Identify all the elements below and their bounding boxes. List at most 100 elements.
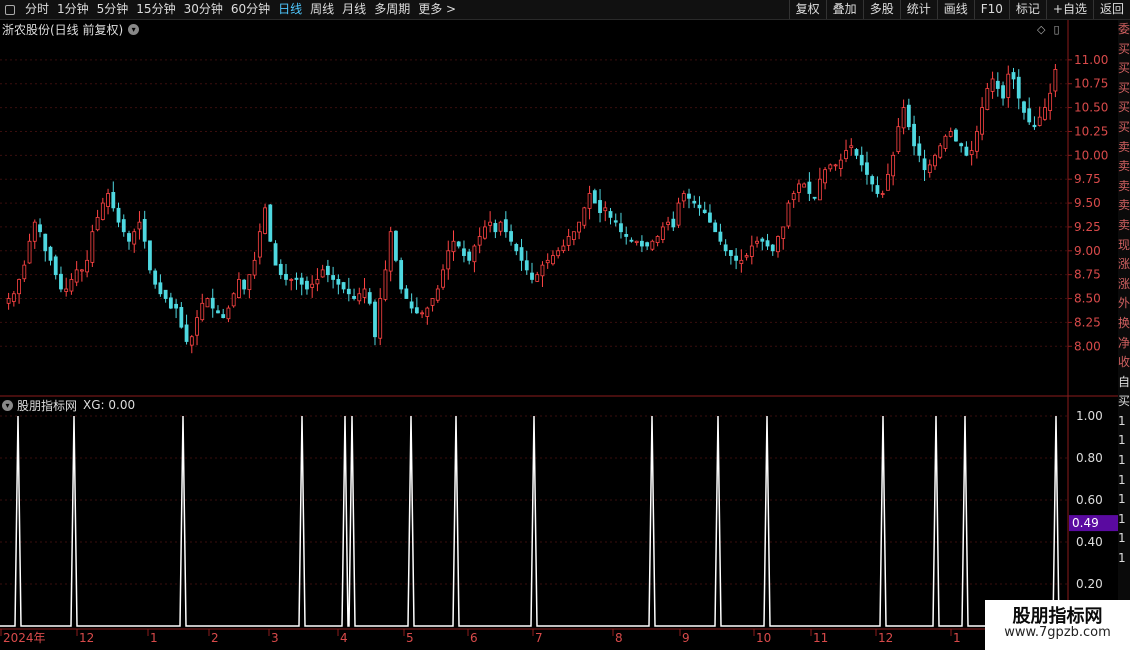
candle-up bbox=[205, 298, 210, 308]
candle-up bbox=[556, 250, 561, 257]
candle-down bbox=[148, 240, 152, 271]
candle-down bbox=[870, 176, 875, 185]
candle-up bbox=[247, 274, 252, 291]
candle-down bbox=[210, 297, 215, 309]
candle-up bbox=[776, 236, 780, 253]
side-label: 自 bbox=[1118, 374, 1130, 389]
candle-up bbox=[828, 164, 833, 170]
candle-up bbox=[6, 298, 11, 304]
candle-up bbox=[566, 236, 571, 246]
indicator-tick-label: 0.20 bbox=[1076, 577, 1103, 591]
candle-down bbox=[53, 256, 58, 276]
candle-up bbox=[561, 245, 566, 252]
candle-down bbox=[221, 314, 226, 319]
candle-down bbox=[619, 223, 623, 233]
x-tick-label: 1 bbox=[953, 631, 961, 645]
side-label: 卖 bbox=[1118, 198, 1130, 213]
candle-down bbox=[917, 143, 922, 156]
side-label: 买 bbox=[1118, 41, 1130, 56]
candle-up bbox=[263, 207, 267, 234]
diamond-icon[interactable]: ◇ bbox=[1037, 23, 1045, 36]
candle-down bbox=[509, 231, 513, 242]
candle-up bbox=[451, 240, 456, 253]
kline-chart[interactable]: 8.008.258.508.759.009.259.509.7510.0010.… bbox=[0, 0, 1130, 650]
side-label: 卖 bbox=[1118, 217, 1130, 232]
candle-up bbox=[980, 107, 985, 135]
x-tick-label: 12 bbox=[79, 631, 94, 645]
candle-up bbox=[11, 293, 16, 302]
candle-down bbox=[336, 279, 341, 285]
indicator-tick-label: 1.00 bbox=[1076, 409, 1103, 423]
candle-down bbox=[624, 234, 629, 237]
candle-down bbox=[38, 224, 42, 233]
candle-down bbox=[728, 250, 733, 256]
side-label: 买 bbox=[1118, 61, 1130, 76]
x-tick-label: 12 bbox=[878, 631, 893, 645]
candle-up bbox=[420, 312, 424, 315]
candle-up bbox=[195, 317, 199, 336]
candle-down bbox=[760, 238, 765, 242]
candle-down bbox=[174, 303, 178, 309]
x-tick-label: 3 bbox=[271, 631, 279, 645]
candle-up bbox=[320, 269, 325, 278]
candle-down bbox=[640, 240, 644, 247]
watermark-url: www.7gpzb.com bbox=[1004, 625, 1111, 640]
price-tick-label: 10.50 bbox=[1074, 101, 1108, 115]
current-value-label: 0.49 bbox=[1072, 516, 1099, 530]
candle-down bbox=[399, 260, 404, 290]
candle-down bbox=[294, 277, 299, 280]
candle-up bbox=[739, 259, 744, 264]
stock-title: 浙农股份(日线 前复权) bbox=[2, 22, 124, 37]
candle-up bbox=[357, 293, 362, 302]
candle-up bbox=[310, 283, 315, 288]
candle-down bbox=[503, 219, 508, 233]
chevron-down-icon[interactable]: ▾ bbox=[128, 23, 140, 35]
side-label: 1 bbox=[1118, 453, 1126, 468]
candle-down bbox=[692, 200, 697, 204]
candle-up bbox=[289, 279, 294, 281]
candle-down bbox=[812, 196, 817, 199]
candle-up bbox=[749, 245, 754, 257]
candle-down bbox=[216, 310, 220, 314]
candle-up bbox=[200, 302, 205, 321]
candle-down bbox=[43, 233, 48, 252]
candle-down bbox=[718, 231, 723, 242]
panel-toggle-icon[interactable]: ▯ bbox=[1053, 23, 1059, 36]
candle-down bbox=[278, 263, 283, 276]
candle-down bbox=[702, 209, 707, 214]
price-tick-label: 9.50 bbox=[1074, 196, 1101, 210]
candle-down bbox=[1022, 101, 1026, 113]
price-tick-label: 8.00 bbox=[1074, 339, 1101, 353]
x-tick-label: 10 bbox=[756, 631, 771, 645]
candle-up bbox=[933, 154, 937, 167]
candle-up bbox=[755, 240, 759, 244]
candle-up bbox=[132, 231, 137, 245]
candle-down bbox=[807, 181, 812, 194]
candle-up bbox=[74, 269, 79, 283]
x-tick-label: 9 bbox=[682, 631, 690, 645]
side-label: 买 bbox=[1118, 394, 1130, 409]
candle-down bbox=[1032, 124, 1037, 128]
x-tick-label: 6 bbox=[470, 631, 478, 645]
candle-down bbox=[1027, 108, 1032, 123]
chevron-down-icon[interactable]: ▾ bbox=[2, 399, 13, 411]
candle-up bbox=[446, 250, 451, 270]
candle-down bbox=[671, 218, 676, 228]
candle-up bbox=[1048, 92, 1053, 111]
candle-up bbox=[498, 221, 503, 232]
candle-up bbox=[540, 264, 545, 277]
candle-up bbox=[237, 279, 241, 298]
candle-up bbox=[974, 131, 979, 152]
candle-up bbox=[634, 240, 639, 243]
indicator-name[interactable]: 股朋指标网 bbox=[17, 397, 77, 414]
candle-down bbox=[854, 149, 859, 156]
x-tick-label: 4 bbox=[340, 631, 348, 645]
candle-down bbox=[765, 240, 770, 247]
candle-up bbox=[383, 269, 388, 300]
candle-up bbox=[95, 216, 100, 231]
panel-icons: ◇ ▯ bbox=[1037, 23, 1060, 36]
candle-up bbox=[106, 193, 110, 207]
candle-up bbox=[587, 193, 592, 209]
candle-up bbox=[927, 164, 932, 173]
candle-down bbox=[341, 282, 346, 290]
